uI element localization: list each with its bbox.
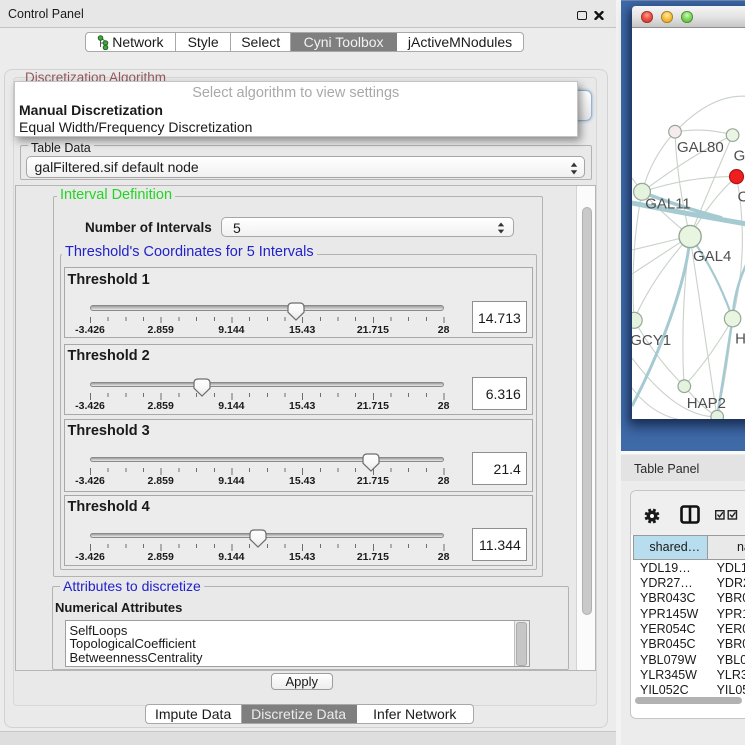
svg-text:GCY1: GCY1 <box>632 332 671 349</box>
svg-text:GAL11: GAL11 <box>645 195 691 212</box>
svg-text:HI: HI <box>735 330 745 347</box>
svg-text:GA: GA <box>733 147 745 164</box>
svg-text:HAP2: HAP2 <box>687 395 726 412</box>
svg-text:GAL4: GAL4 <box>693 248 731 265</box>
svg-text:GAL80: GAL80 <box>677 139 724 156</box>
svg-text:CD: CD <box>737 188 745 205</box>
